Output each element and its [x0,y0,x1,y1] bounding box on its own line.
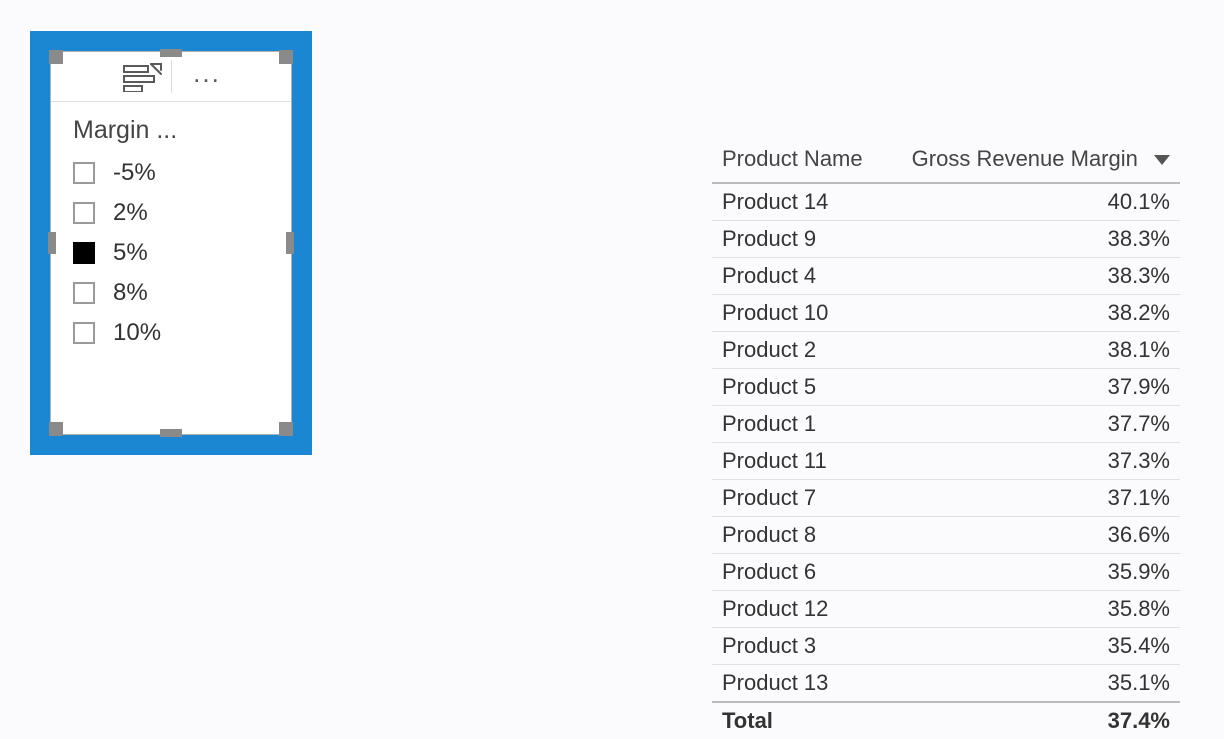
table-total-row: Total 37.4% [712,702,1180,739]
resize-handle-bottom-right[interactable] [279,422,293,436]
checkbox[interactable] [73,162,95,184]
checkbox[interactable] [73,202,95,224]
table-row[interactable]: Product 938.3% [712,221,1180,258]
cell-product: Product 14 [712,183,883,221]
total-label: Total [712,702,883,739]
table-row[interactable]: Product 1038.2% [712,295,1180,332]
cell-margin: 35.4% [883,628,1180,665]
slicer-item[interactable]: 8% [73,273,269,313]
cell-margin: 37.9% [883,369,1180,406]
slicer-item-label: -5% [113,159,156,187]
cell-product: Product 5 [712,369,883,406]
sort-desc-icon [1154,155,1170,165]
cell-margin: 37.7% [883,406,1180,443]
slicer-item[interactable]: 10% [73,313,269,353]
cell-margin: 37.1% [883,480,1180,517]
cell-margin: 38.2% [883,295,1180,332]
slicer-item[interactable]: 5% [73,233,269,273]
slicer-type-icon[interactable] [121,62,163,92]
slicer-item-label: 5% [113,239,148,267]
header-divider [171,60,172,93]
slicer-visual-selected[interactable]: ... Margin ... -5% 2% 5% 8% 10% [30,31,312,455]
column-header-margin[interactable]: Gross Revenue Margin [883,140,1180,183]
slicer-item-label: 2% [113,199,148,227]
slicer-header: ... [51,52,291,102]
table-row[interactable]: Product 137.7% [712,406,1180,443]
column-header-label: Gross Revenue Margin [912,146,1138,171]
checkbox[interactable] [73,282,95,304]
column-header-label: Product Name [722,146,863,171]
cell-margin: 35.9% [883,554,1180,591]
cell-product: Product 4 [712,258,883,295]
table-row[interactable]: Product 1235.8% [712,591,1180,628]
table-body: Product 1440.1% Product 938.3% Product 4… [712,183,1180,739]
resize-handle-left[interactable] [48,232,56,254]
table-row[interactable]: Product 836.6% [712,517,1180,554]
table-row[interactable]: Product 1335.1% [712,665,1180,703]
checkbox[interactable] [73,322,95,344]
cell-product: Product 13 [712,665,883,703]
cell-margin: 35.1% [883,665,1180,703]
cell-product: Product 12 [712,591,883,628]
slicer-item[interactable]: 2% [73,193,269,233]
slicer-frame: ... Margin ... -5% 2% 5% 8% 10% [50,51,292,435]
cell-product: Product 2 [712,332,883,369]
cell-margin: 35.8% [883,591,1180,628]
checkbox-checked[interactable] [73,242,95,264]
slicer-items: -5% 2% 5% 8% 10% [51,153,291,353]
table-row[interactable]: Product 238.1% [712,332,1180,369]
cell-product: Product 6 [712,554,883,591]
table-row[interactable]: Product 635.9% [712,554,1180,591]
cell-product: Product 8 [712,517,883,554]
cell-product: Product 7 [712,480,883,517]
cell-margin: 37.3% [883,443,1180,480]
slicer-item-label: 10% [113,319,161,347]
cell-margin: 38.1% [883,332,1180,369]
cell-margin: 38.3% [883,221,1180,258]
cell-product: Product 3 [712,628,883,665]
table-row[interactable]: Product 737.1% [712,480,1180,517]
more-options-icon[interactable]: ... [193,60,221,86]
slicer-title: Margin ... [51,102,291,153]
table-row[interactable]: Product 438.3% [712,258,1180,295]
table-row[interactable]: Product 335.4% [712,628,1180,665]
resize-handle-bottom[interactable] [160,429,182,437]
cell-product: Product 10 [712,295,883,332]
resize-handle-bottom-left[interactable] [49,422,63,436]
slicer-item[interactable]: -5% [73,153,269,193]
cell-margin: 38.3% [883,258,1180,295]
slicer-item-label: 8% [113,279,148,307]
cell-product: Product 11 [712,443,883,480]
cell-product: Product 1 [712,406,883,443]
cell-margin: 36.6% [883,517,1180,554]
data-table-visual[interactable]: Product Name Gross Revenue Margin Produc… [712,140,1180,739]
table-row[interactable]: Product 1137.3% [712,443,1180,480]
table-row[interactable]: Product 1440.1% [712,183,1180,221]
resize-handle-right[interactable] [286,232,294,254]
column-header-product[interactable]: Product Name [712,140,883,183]
table-row[interactable]: Product 537.9% [712,369,1180,406]
cell-margin: 40.1% [883,183,1180,221]
total-value: 37.4% [883,702,1180,739]
cell-product: Product 9 [712,221,883,258]
data-table: Product Name Gross Revenue Margin Produc… [712,140,1180,739]
